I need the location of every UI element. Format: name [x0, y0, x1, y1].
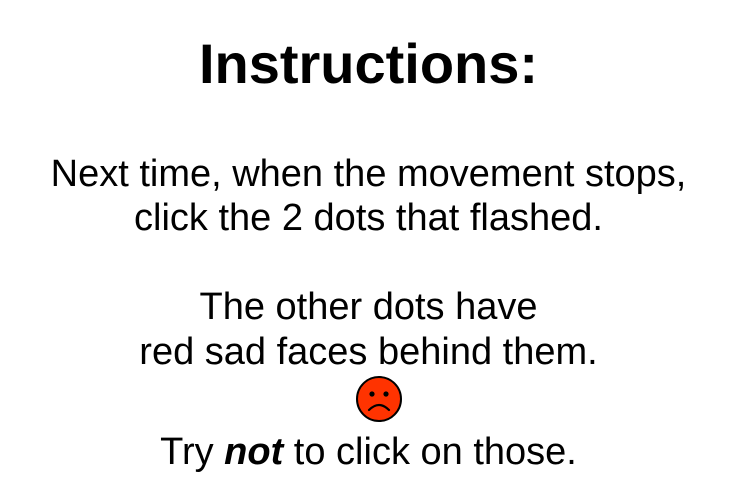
instruction-line-2: click the 2 dots that flashed. [134, 197, 603, 239]
instruction-line-5: Try not to click on those. [0, 430, 737, 474]
instruction-emphasis: not [224, 431, 284, 473]
instruction-line-3: The other dots have [199, 286, 538, 328]
instruction-line-5-prefix: Try [160, 431, 225, 473]
sad-face-graphic [356, 376, 402, 422]
instruction-line-5-suffix: to click on those. [283, 431, 577, 473]
instruction-line-1: Next time, when the movement stops, [50, 153, 687, 195]
instruction-line-4: red sad faces behind them. [139, 331, 598, 373]
sad-face-icon [355, 375, 403, 423]
page-title: Instructions: [198, 32, 539, 95]
instructions-screen: Instructions: Next time, when the moveme… [0, 0, 737, 496]
